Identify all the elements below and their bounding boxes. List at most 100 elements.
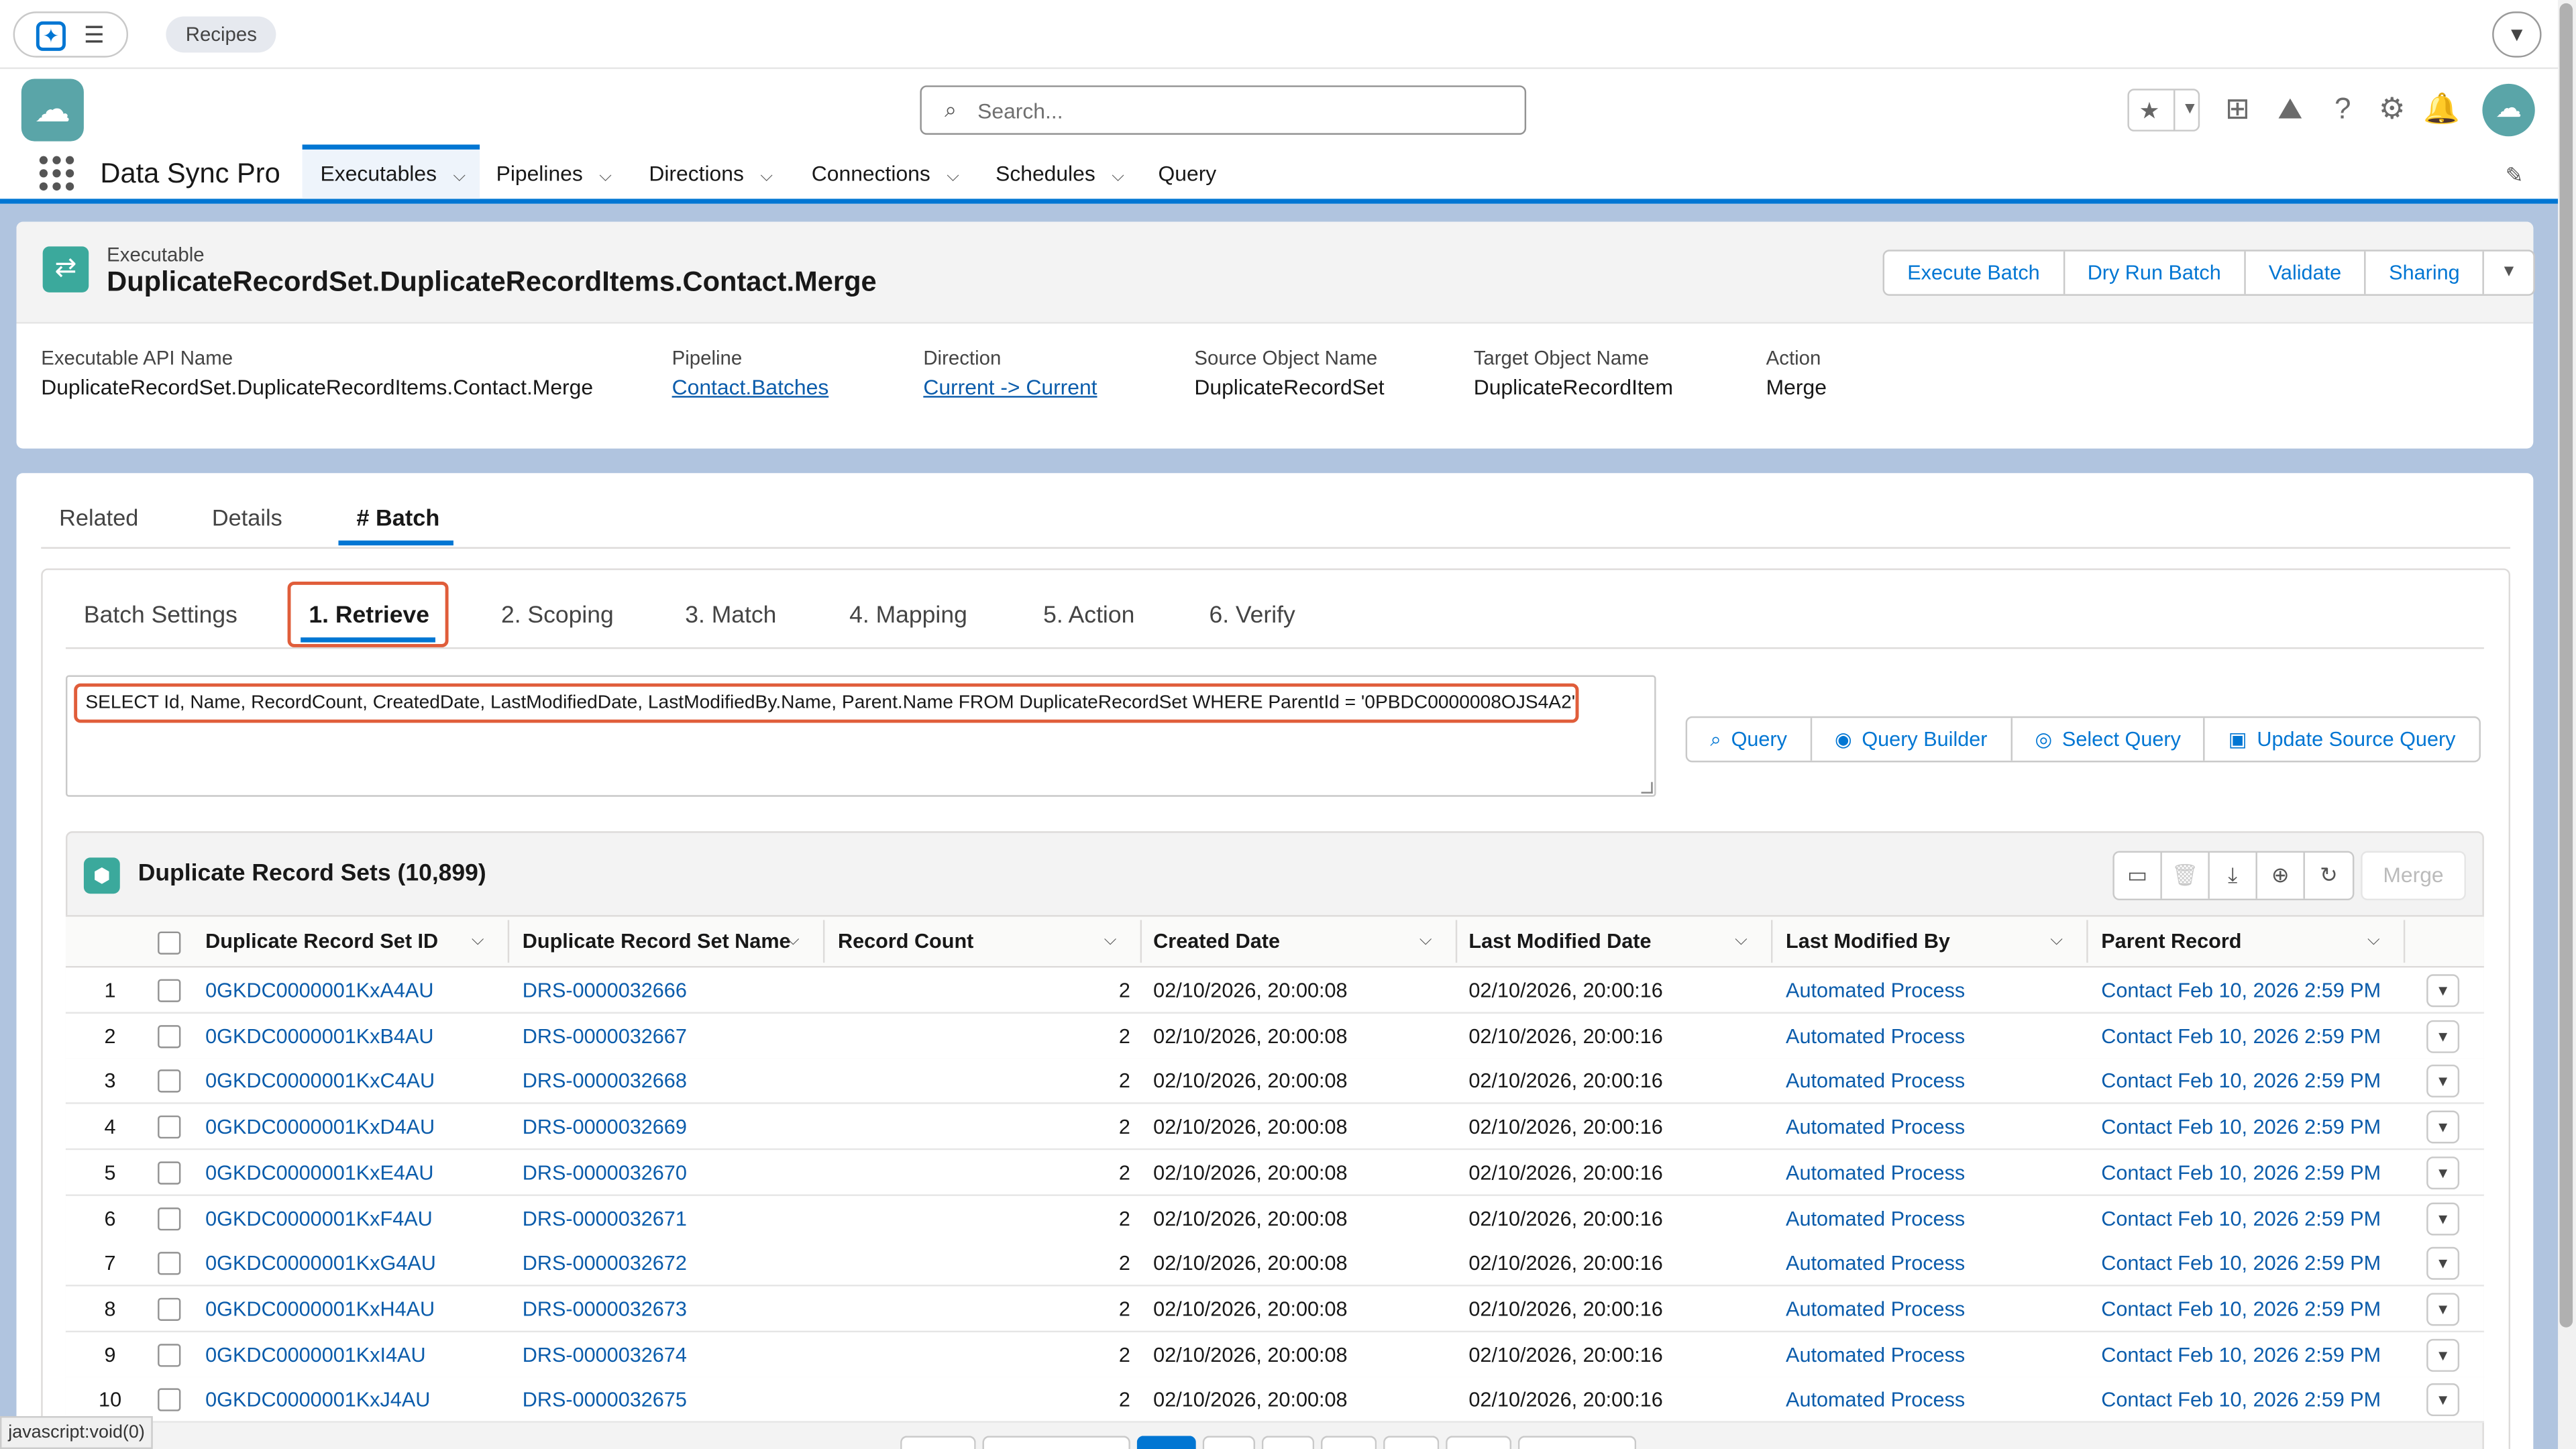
add-icon[interactable]: ⊕: [2257, 853, 2305, 899]
row-checkbox[interactable]: [158, 1116, 181, 1139]
chevron-down-icon[interactable]: ⌵: [472, 915, 484, 967]
column-header-id[interactable]: Duplicate Record Set ID: [205, 915, 438, 967]
last-modified-by-link[interactable]: Automated Process: [1786, 1059, 1965, 1105]
page-button[interactable]: [982, 1436, 1130, 1449]
tab-related[interactable]: Related: [59, 504, 138, 531]
column-header-parent-record[interactable]: Parent Record: [2101, 915, 2241, 967]
column-divider[interactable]: [1140, 920, 1142, 963]
page-button[interactable]: [1320, 1436, 1377, 1449]
chevron-down-icon[interactable]: ⌵: [453, 153, 466, 202]
column-divider[interactable]: [1455, 920, 1458, 963]
row-checkbox[interactable]: [158, 1389, 181, 1412]
row-actions-chevron-icon[interactable]: ▼: [2426, 1110, 2460, 1144]
last-modified-by-link[interactable]: Automated Process: [1786, 1332, 1965, 1378]
nav-item-connections[interactable]: Connections ⌵: [812, 145, 959, 199]
chevron-down-icon[interactable]: ⌵: [947, 148, 959, 207]
refresh-icon[interactable]: ↻: [2305, 853, 2353, 899]
trailhead-icon[interactable]: ⛰: [2272, 91, 2308, 127]
favorites-button[interactable]: ★ ▼: [2127, 89, 2200, 131]
row-actions-chevron-icon[interactable]: ▼: [2426, 1020, 2460, 1053]
row-checkbox[interactable]: [158, 1024, 181, 1048]
row-checkbox[interactable]: [158, 1206, 181, 1230]
row-actions-chevron-icon[interactable]: ▼: [2426, 1383, 2460, 1417]
parent-record-link[interactable]: Contact Feb 10, 2026 2:59 PM: [2101, 967, 2381, 1014]
subtab-verify[interactable]: 6. Verify: [1209, 603, 1295, 629]
parent-record-link[interactable]: Contact Feb 10, 2026 2:59 PM: [2101, 1104, 2381, 1150]
save-icon[interactable]: ▭: [2114, 853, 2162, 899]
chevron-down-icon[interactable]: ⌵: [2050, 915, 2063, 967]
row-actions-chevron-icon[interactable]: ▼: [2426, 1338, 2460, 1371]
record-set-name-link[interactable]: DRS-0000032673: [523, 1286, 687, 1332]
validate-button[interactable]: Validate: [2245, 251, 2366, 294]
column-divider[interactable]: [2403, 920, 2406, 963]
scrollbar-thumb[interactable]: [2559, 3, 2573, 1328]
column-header-last-modified-date[interactable]: Last Modified Date: [1468, 915, 1651, 967]
parent-record-link[interactable]: Contact Feb 10, 2026 2:59 PM: [2101, 1286, 2381, 1332]
record-set-id-link[interactable]: 0GKDC0000001KxA4AU: [205, 967, 433, 1014]
chevron-down-icon[interactable]: ⌵: [1419, 915, 1432, 967]
select-query-button[interactable]: ◎ Select Query: [2012, 718, 2206, 761]
nav-item-executables[interactable]: Executables ⌵: [302, 144, 480, 202]
column-divider[interactable]: [1771, 920, 1773, 963]
query-button[interactable]: ⌕ Query: [1687, 718, 1812, 761]
column-divider[interactable]: [507, 920, 510, 963]
download-icon[interactable]: ⤓: [2210, 853, 2257, 899]
menu-icon[interactable]: ☰: [84, 23, 107, 46]
record-set-name-link[interactable]: DRS-0000032670: [523, 1150, 687, 1196]
last-modified-by-link[interactable]: Automated Process: [1786, 1240, 1965, 1287]
user-avatar[interactable]: ☁: [2482, 83, 2535, 137]
page-button[interactable]: [1446, 1436, 1512, 1449]
add-icon[interactable]: ⊞: [2220, 91, 2256, 127]
textarea-resize-handle[interactable]: [1641, 782, 1653, 794]
column-divider[interactable]: [2086, 920, 2088, 963]
page-button[interactable]: [1202, 1436, 1256, 1449]
subtab-action[interactable]: 5. Action: [1043, 603, 1134, 629]
star-icon[interactable]: ★: [2139, 91, 2160, 130]
subtab-mapping[interactable]: 4. Mapping: [849, 603, 967, 629]
record-set-name-link[interactable]: DRS-0000032675: [523, 1377, 687, 1424]
record-set-name-link[interactable]: DRS-0000032667: [523, 1013, 687, 1059]
dry-run-batch-button[interactable]: Dry Run Batch: [2064, 251, 2246, 294]
row-checkbox[interactable]: [158, 1343, 181, 1366]
subtab-match[interactable]: 3. Match: [685, 603, 776, 629]
parent-record-link[interactable]: Contact Feb 10, 2026 2:59 PM: [2101, 1195, 2381, 1242]
chevron-down-icon[interactable]: ⌵: [2367, 915, 2380, 967]
row-actions-chevron-icon[interactable]: ▼: [2426, 1065, 2460, 1098]
app-launcher-waffle-icon[interactable]: [39, 156, 76, 193]
subtab-scoping[interactable]: 2. Scoping: [501, 603, 614, 629]
chevron-down-icon[interactable]: ⌵: [1735, 915, 1748, 967]
update-source-query-button[interactable]: ▣ Update Source Query: [2206, 718, 2479, 761]
chevron-down-icon[interactable]: ⌵: [1104, 915, 1117, 967]
org-logo-icon[interactable]: ☁: [21, 78, 84, 142]
column-header-name[interactable]: Duplicate Record Set Name: [523, 915, 791, 967]
row-checkbox[interactable]: [158, 979, 181, 1002]
nav-item-directions[interactable]: Directions ⌵: [649, 145, 773, 199]
nav-item-query[interactable]: Query: [1159, 145, 1217, 199]
record-set-name-link[interactable]: DRS-0000032668: [523, 1059, 687, 1105]
parent-record-link[interactable]: Contact Feb 10, 2026 2:59 PM: [2101, 1240, 2381, 1287]
last-modified-by-link[interactable]: Automated Process: [1786, 1286, 1965, 1332]
app-launcher-pill[interactable]: ✦ ☰: [13, 11, 129, 58]
parent-record-link[interactable]: Contact Feb 10, 2026 2:59 PM: [2101, 1150, 2381, 1196]
edit-nav-pencil-icon[interactable]: ✎: [2506, 162, 2524, 189]
top-dropdown-button[interactable]: ▼: [2492, 11, 2542, 58]
record-set-id-link[interactable]: 0GKDC0000001KxC4AU: [205, 1059, 435, 1105]
record-set-id-link[interactable]: 0GKDC0000001KxG4AU: [205, 1240, 436, 1287]
column-divider[interactable]: [822, 920, 825, 963]
chevron-down-icon[interactable]: ⌵: [787, 915, 800, 967]
page-button-active[interactable]: [1136, 1436, 1196, 1449]
last-modified-by-link[interactable]: Automated Process: [1786, 1195, 1965, 1242]
agent-sparkle-icon[interactable]: ✦: [36, 21, 66, 51]
record-set-name-link[interactable]: DRS-0000032666: [523, 967, 687, 1014]
setup-gear-icon[interactable]: ⚙: [2374, 91, 2410, 127]
tab-batch[interactable]: # Batch: [356, 504, 439, 531]
last-modified-by-link[interactable]: Automated Process: [1786, 1150, 1965, 1196]
help-icon[interactable]: ?: [2324, 91, 2361, 127]
parent-record-link[interactable]: Contact Feb 10, 2026 2:59 PM: [2101, 1332, 2381, 1378]
notifications-bell-icon[interactable]: 🔔: [2423, 91, 2460, 127]
record-set-id-link[interactable]: 0GKDC0000001KxE4AU: [205, 1150, 433, 1196]
column-header-last-modified-by[interactable]: Last Modified By: [1786, 915, 1950, 967]
parent-record-link[interactable]: Contact Feb 10, 2026 2:59 PM: [2101, 1377, 2381, 1424]
execute-batch-button[interactable]: Execute Batch: [1884, 251, 2065, 294]
chevron-down-icon[interactable]: ▼: [2174, 90, 2198, 130]
